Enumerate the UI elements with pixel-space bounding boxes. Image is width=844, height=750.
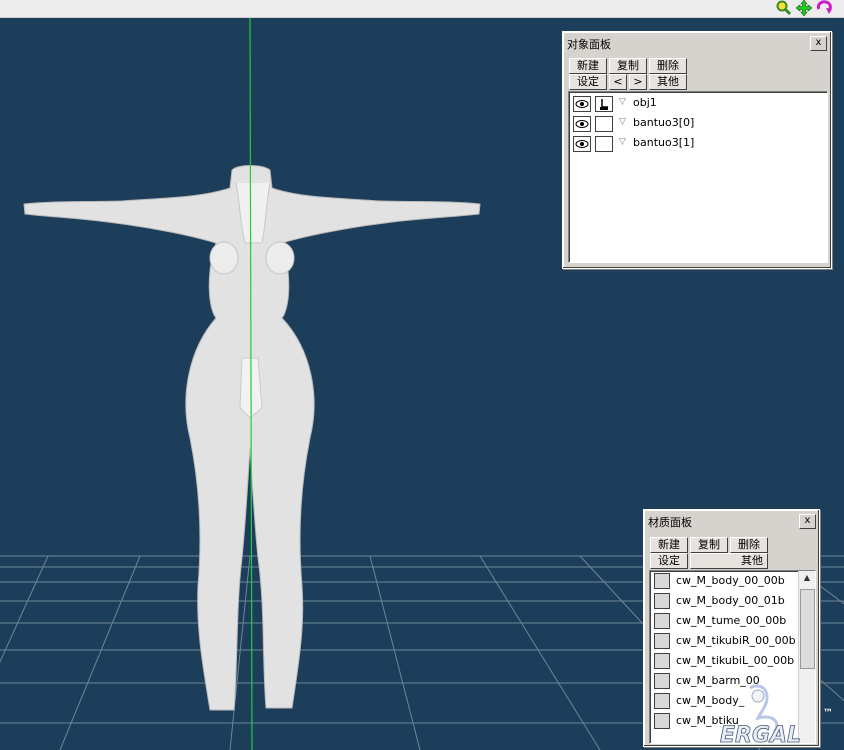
visibility-eye-icon[interactable] [573, 116, 591, 132]
object-name: obj1 [633, 96, 657, 109]
material-settings-button[interactable]: 设定 [650, 553, 688, 569]
material-color-swatch[interactable] [654, 633, 670, 649]
material-name: cw_M_tikubiL_00_00b [676, 654, 795, 667]
lock-toggle-empty[interactable] [595, 136, 613, 152]
trademark-symbol: ™ [823, 708, 833, 719]
material-row[interactable]: cw_M_tume_00_00b [654, 611, 804, 631]
visibility-eye-icon[interactable] [573, 96, 591, 112]
object-prev-button[interactable]: < [609, 74, 627, 90]
object-list[interactable]: ▽ obj1 ▽ bantuo3[0] ▽ bantuo3[1] [568, 91, 828, 263]
material-row[interactable]: cw_M_tikubiL_00_00b [654, 651, 804, 671]
material-name: cw_M_tikubiR_00_00b [676, 634, 796, 647]
material-panel-close-button[interactable]: x [799, 514, 816, 529]
material-new-button[interactable]: 新建 [650, 537, 688, 553]
material-color-swatch[interactable] [654, 573, 670, 589]
object-row[interactable]: ▽ bantuo3[0] [573, 115, 823, 133]
object-row[interactable]: ▽ bantuo3[1] [573, 135, 823, 153]
expand-triangle-icon[interactable]: ▽ [619, 97, 626, 107]
material-delete-button[interactable]: 删除 [730, 537, 768, 553]
material-color-swatch[interactable] [654, 693, 670, 709]
zoom-icon[interactable] [776, 0, 792, 16]
top-toolbar [0, 0, 844, 18]
object-settings-button[interactable]: 设定 [569, 74, 607, 90]
object-name: bantuo3[1] [633, 136, 695, 149]
rotate-icon[interactable] [816, 0, 832, 16]
object-other-button[interactable]: 其他 [649, 74, 687, 90]
lock-icon[interactable] [595, 96, 613, 112]
material-row[interactable]: cw_M_tikubiR_00_00b [654, 631, 804, 651]
object-panel: 对象面板 x 新建 复制 删除 设定 < > 其他 ▽ obj1 ▽ bantu… [562, 31, 832, 269]
material-name: cw_M_tume_00_00b [676, 614, 787, 627]
ergal-watermark-logo: ERGAL [720, 684, 801, 746]
scroll-up-arrow-icon[interactable]: ▲ [799, 571, 815, 585]
object-panel-title: 对象面板 [567, 38, 611, 51]
object-panel-close-button[interactable]: x [810, 36, 827, 51]
material-color-swatch[interactable] [654, 613, 670, 629]
material-other-button[interactable]: 其他 [690, 553, 768, 569]
object-copy-button[interactable]: 复制 [609, 58, 647, 74]
lock-toggle-empty[interactable] [595, 116, 613, 132]
pan-icon[interactable] [796, 0, 812, 16]
material-panel-title: 材质面板 [648, 516, 692, 529]
object-new-button[interactable]: 新建 [569, 58, 607, 74]
expand-triangle-icon[interactable]: ▽ [619, 137, 626, 147]
object-next-button[interactable]: > [629, 74, 647, 90]
material-row[interactable]: cw_M_body_00_01b [654, 591, 804, 611]
visibility-eye-icon[interactable] [573, 136, 591, 152]
material-name: cw_M_body_00_01b [676, 594, 785, 607]
svg-text:ERGAL: ERGAL [720, 723, 801, 746]
material-copy-button[interactable]: 复制 [690, 537, 728, 553]
expand-triangle-icon[interactable]: ▽ [619, 117, 626, 127]
object-delete-button[interactable]: 删除 [649, 58, 687, 74]
object-name: bantuo3[0] [633, 116, 695, 129]
material-color-swatch[interactable] [654, 713, 670, 729]
material-name: cw_M_body_00_00b [676, 574, 785, 587]
object-row[interactable]: ▽ obj1 [573, 95, 823, 113]
material-row[interactable]: cw_M_body_00_00b [654, 571, 804, 591]
material-color-swatch[interactable] [654, 593, 670, 609]
material-color-swatch[interactable] [654, 673, 670, 689]
material-color-swatch[interactable] [654, 653, 670, 669]
scrollbar-thumb[interactable] [800, 589, 815, 669]
